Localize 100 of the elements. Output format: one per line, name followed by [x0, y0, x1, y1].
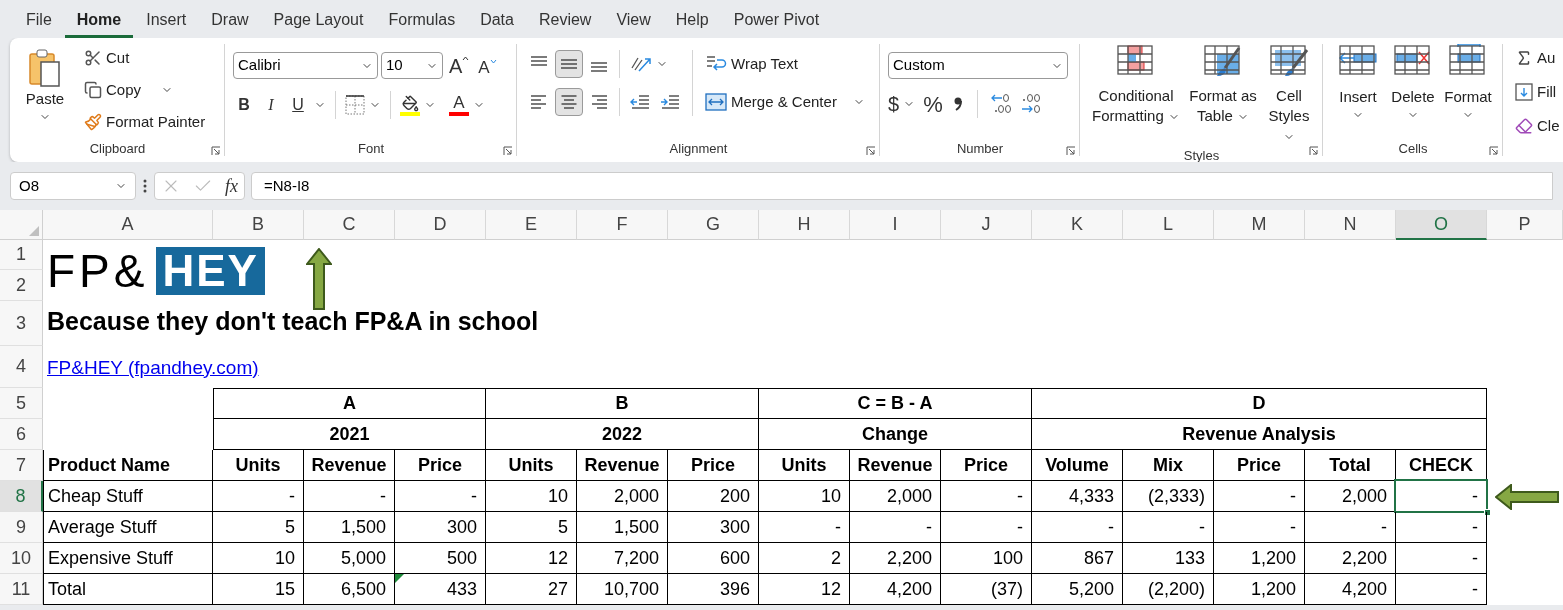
cells-button[interactable]: Format	[1441, 44, 1495, 121]
menu-tab[interactable]: Page Layout	[261, 4, 376, 38]
decrease-decimal-button[interactable]	[1019, 93, 1042, 115]
bold-button[interactable]: B	[233, 93, 255, 117]
group-label: Cells	[1398, 140, 1428, 159]
column-header[interactable]: A	[43, 210, 213, 240]
logo-text: FP&	[47, 247, 149, 294]
menu-tab[interactable]: Insert	[134, 4, 199, 38]
table-cell-text: 500	[446, 546, 477, 570]
row-header[interactable]: 4	[0, 346, 43, 388]
dialog-launcher-icon[interactable]	[1489, 146, 1499, 156]
row-header[interactable]: 1	[0, 240, 43, 270]
column-header[interactable]: B	[213, 210, 304, 240]
cells-button[interactable]: Insert	[1331, 44, 1385, 121]
merge-center-button[interactable]: Merge & Center	[701, 88, 869, 116]
percent-button[interactable]: %	[923, 87, 943, 121]
column-title: Total	[1305, 450, 1396, 481]
column-header[interactable]: O	[1396, 210, 1487, 240]
column-header[interactable]: L	[1123, 210, 1214, 240]
row-header[interactable]: 3	[0, 301, 43, 346]
table-cell-text: Cheap Stuff	[48, 484, 143, 508]
menu-tab[interactable]: Review	[526, 4, 604, 38]
column-header[interactable]: J	[941, 210, 1032, 240]
table-cell-text: -	[1472, 546, 1478, 570]
column-header[interactable]: K	[1032, 210, 1123, 240]
row-header[interactable]: 2	[0, 270, 43, 301]
column-header[interactable]: M	[1214, 210, 1305, 240]
row-header[interactable]: 9	[0, 512, 43, 543]
style-button[interactable]: Format as Table	[1184, 44, 1262, 146]
table-cell-text: 396	[719, 577, 750, 601]
column-title: Product Name	[43, 450, 213, 481]
menu-tab[interactable]: View	[604, 4, 663, 38]
row-header[interactable]: 5	[0, 388, 43, 419]
column-header[interactable]: H	[759, 210, 850, 240]
row-header[interactable]: 10	[0, 543, 43, 574]
style-button[interactable]: Cell Styles	[1262, 44, 1316, 146]
dialog-launcher-icon[interactable]	[503, 146, 513, 156]
dialog-launcher-icon[interactable]	[1066, 146, 1076, 156]
column-title: Price	[668, 450, 759, 481]
scissors-icon	[84, 49, 102, 67]
formula-field[interactable]: =N8-I8	[251, 172, 1553, 200]
menu-tab[interactable]: Power Pivot	[721, 4, 832, 38]
borders-button[interactable]	[345, 95, 381, 115]
format-painter-button[interactable]: Format Painter	[80, 108, 210, 136]
table-cell-text: 4,200	[886, 577, 932, 601]
autosum-button[interactable]: Au	[1511, 44, 1563, 72]
column-title: CHECK	[1396, 450, 1487, 481]
table-cell-text: 867	[1083, 546, 1114, 570]
menu-tab[interactable]: Formulas	[376, 4, 468, 38]
increase-font-button[interactable]: A	[446, 55, 473, 76]
font-color-button[interactable]: A	[449, 94, 485, 116]
column-header[interactable]: C	[304, 210, 395, 240]
horizontal-align-icon	[590, 93, 608, 111]
cells-button[interactable]: Delete	[1386, 44, 1440, 121]
increase-decimal-button[interactable]	[989, 93, 1012, 115]
indent-left-icon	[630, 94, 650, 110]
dialog-launcher-icon[interactable]	[1309, 146, 1319, 156]
name-box[interactable]: O8	[10, 172, 136, 200]
paste-button[interactable]: Paste	[18, 44, 72, 136]
column-header[interactable]: E	[486, 210, 577, 240]
row-header[interactable]: 11	[0, 574, 43, 605]
more-icon[interactable]	[142, 178, 148, 194]
style-button[interactable]: Conditional Formatting	[1088, 44, 1184, 146]
column-title: Price	[395, 450, 486, 481]
font-name-dropdown[interactable]: Calibri	[233, 52, 378, 79]
copy-button[interactable]: Copy	[80, 76, 210, 104]
decrease-decimal-icon	[1019, 93, 1042, 115]
row-header[interactable]: 7	[0, 450, 43, 481]
column-header[interactable]: D	[395, 210, 486, 240]
cut-button[interactable]: Cut	[80, 44, 210, 72]
fill-handle[interactable]	[1484, 509, 1491, 516]
dialog-launcher-icon[interactable]	[211, 146, 221, 156]
fill-color-button[interactable]	[400, 94, 436, 116]
column-header[interactable]: F	[577, 210, 668, 240]
menu-tab[interactable]: Data	[468, 4, 526, 38]
insert-function-button[interactable]: fx	[225, 172, 238, 200]
clear-button[interactable]: Cle	[1511, 112, 1563, 140]
decrease-font-button[interactable]: A	[475, 58, 500, 76]
up-arrow-icon	[306, 248, 332, 310]
underline-button[interactable]: U	[287, 93, 309, 117]
dialog-launcher-icon[interactable]	[866, 146, 876, 156]
website-link[interactable]: FP&HEY (fpandhey.com)	[47, 353, 259, 382]
vertical-align-button[interactable]	[555, 50, 583, 78]
table-cell-text: Average Stuff	[48, 515, 157, 539]
column-header[interactable]: N	[1305, 210, 1396, 240]
row-header[interactable]: 6	[0, 419, 43, 450]
wrap-text-button[interactable]: Wrap Text	[701, 50, 869, 78]
menu-tab[interactable]: File	[14, 4, 64, 38]
menu-tab[interactable]: Help	[663, 4, 721, 38]
font-size-dropdown[interactable]: 10	[381, 52, 443, 79]
fill-button[interactable]: Fill	[1511, 78, 1563, 106]
horizontal-align-button[interactable]	[555, 88, 583, 116]
italic-button[interactable]: I	[260, 93, 282, 117]
menu-tab[interactable]: Draw	[199, 4, 261, 38]
column-header[interactable]: P	[1487, 210, 1563, 240]
column-header[interactable]: G	[668, 210, 759, 240]
column-header[interactable]: I	[850, 210, 941, 240]
currency-button[interactable]: $	[888, 89, 916, 119]
number-format-dropdown[interactable]: Custom	[888, 52, 1068, 79]
row-header[interactable]: 8	[0, 481, 43, 512]
